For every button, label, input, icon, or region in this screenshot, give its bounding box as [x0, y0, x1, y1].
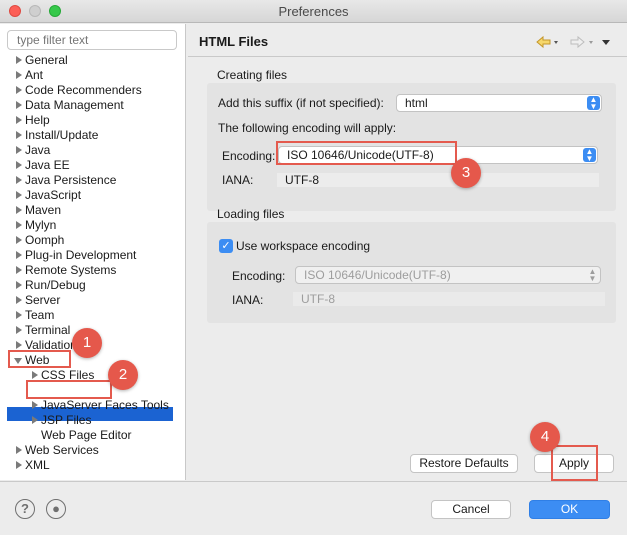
expand-arrow-icon[interactable] [16, 311, 22, 319]
expand-arrow-icon[interactable] [16, 71, 22, 79]
tree-item-label: Remote Systems [25, 263, 117, 277]
creating-encoding-label: Encoding: [222, 149, 276, 163]
expand-arrow-icon[interactable] [16, 221, 22, 229]
tree-item-label: Java EE [25, 158, 70, 172]
tree-item-label: Server [25, 293, 61, 307]
loading-encoding-select[interactable]: ISO 10646/Unicode(UTF-8) ▲ ▼ [295, 266, 601, 284]
suffix-label: Add this suffix (if not specified): [218, 96, 384, 110]
loading-iana-field: UTF-8 [293, 292, 605, 306]
tree-item-label: Help [25, 113, 50, 127]
expand-arrow-icon[interactable] [32, 371, 38, 379]
page-title: HTML Files [199, 34, 269, 49]
expand-arrow-icon[interactable] [16, 101, 22, 109]
expand-arrow-icon[interactable] [32, 401, 38, 409]
page-navigation [535, 35, 617, 49]
preferences-tree-panel: General Ant Code Recommenders Data Manag… [0, 24, 186, 480]
tree-item-label: Install/Update [25, 128, 99, 142]
suffix-select[interactable]: html ▲ ▼ [396, 94, 602, 112]
expand-arrow-icon[interactable] [16, 446, 22, 454]
expand-arrow-icon[interactable] [16, 236, 22, 244]
expand-arrow-icon[interactable] [16, 251, 22, 259]
tree-item-label: Plug-in Development [25, 248, 137, 262]
tree-item-label: XML [25, 458, 50, 472]
tree-item-label: Java Persistence [25, 173, 117, 187]
annotation-badge-2: 2 [108, 360, 138, 390]
loading-encoding-value: ISO 10646/Unicode(UTF-8) [304, 268, 451, 282]
tree-item-label: Team [25, 308, 55, 322]
encoding-note-label: The following encoding will apply: [218, 121, 397, 135]
select-stepper-icon: ▲ ▼ [587, 96, 600, 111]
tree-item-label: JavaServer Faces Tools [41, 398, 169, 412]
expand-arrow-icon[interactable] [16, 146, 22, 154]
title-bar: Preferences [0, 0, 627, 23]
tree-item-label: General [25, 53, 68, 67]
tree-item-label: Web Page Editor [41, 428, 132, 442]
expand-arrow-icon[interactable] [16, 266, 22, 274]
creating-iana-label: IANA: [222, 173, 254, 187]
expand-arrow-icon[interactable] [16, 281, 22, 289]
creating-files-group-title: Creating files [217, 68, 288, 82]
annotation-highlight-html-files [26, 380, 112, 399]
tree-item-label: Ant [25, 68, 44, 82]
expand-arrow-icon[interactable] [16, 131, 22, 139]
preference-page-panel: HTML Files Creating files Add this suffi… [188, 24, 627, 480]
navigation-arrows-icon[interactable] [535, 35, 617, 49]
page-title-divider [188, 56, 627, 57]
annotation-badge-3: 3 [451, 158, 481, 188]
tree-item-label: Code Recommenders [25, 83, 142, 97]
expand-arrow-icon[interactable] [16, 206, 22, 214]
suffix-select-value: html [405, 96, 428, 110]
tree-item-label: Mylyn [25, 218, 57, 232]
tree-item-label: JSP Files [41, 413, 92, 427]
tree-item-label: JavaScript [25, 188, 82, 202]
expand-arrow-icon[interactable] [16, 296, 22, 304]
annotation-highlight-web [8, 350, 71, 368]
use-workspace-encoding-checkbox[interactable]: ✓ [219, 239, 233, 253]
preferences-window: Preferences General Ant Code Recommender… [0, 0, 627, 535]
loading-encoding-label: Encoding: [232, 269, 286, 283]
tree-item-label: Java [25, 143, 51, 157]
filter-input[interactable] [7, 30, 177, 50]
expand-arrow-icon[interactable] [16, 176, 22, 184]
dialog-footer: ? ● Cancel OK [0, 481, 627, 535]
tree-item-label: Terminal [25, 323, 71, 337]
select-stepper-icon: ▲ ▼ [588, 267, 597, 283]
expand-arrow-icon[interactable] [16, 161, 22, 169]
use-workspace-encoding-label: Use workspace encoding [236, 239, 371, 253]
window-title: Preferences [278, 4, 349, 19]
tree-item-label: Web Services [25, 443, 99, 457]
tree-item-label: Oomph [25, 233, 65, 247]
expand-arrow-icon[interactable] [32, 416, 38, 424]
loading-iana-label: IANA: [232, 293, 264, 307]
annotation-highlight-encoding [276, 141, 457, 165]
tree-item-label: Data Management [25, 98, 124, 112]
cancel-button[interactable]: Cancel [431, 500, 511, 519]
expand-arrow-icon[interactable] [16, 191, 22, 199]
expand-arrow-icon[interactable] [16, 116, 22, 124]
tree-item-label: Maven [25, 203, 62, 217]
annotation-badge-4: 4 [530, 422, 560, 452]
annotation-badge-1: 1 [72, 328, 102, 358]
import-export-icon[interactable]: ● [46, 499, 66, 519]
expand-arrow-icon[interactable] [16, 341, 22, 349]
loading-files-group-title: Loading files [217, 207, 285, 221]
select-stepper-icon: ▲ ▼ [583, 148, 596, 163]
creating-iana-field: UTF-8 [277, 173, 599, 187]
ok-button[interactable]: OK [529, 500, 610, 519]
tree-item-label: Run/Debug [25, 278, 86, 292]
expand-arrow-icon[interactable] [16, 86, 22, 94]
help-icon[interactable]: ? [15, 499, 35, 519]
expand-arrow-icon[interactable] [16, 461, 22, 469]
expand-arrow-icon[interactable] [16, 326, 22, 334]
annotation-highlight-apply [551, 445, 598, 481]
restore-defaults-button[interactable]: Restore Defaults [410, 454, 518, 473]
expand-arrow-icon[interactable] [16, 56, 22, 64]
